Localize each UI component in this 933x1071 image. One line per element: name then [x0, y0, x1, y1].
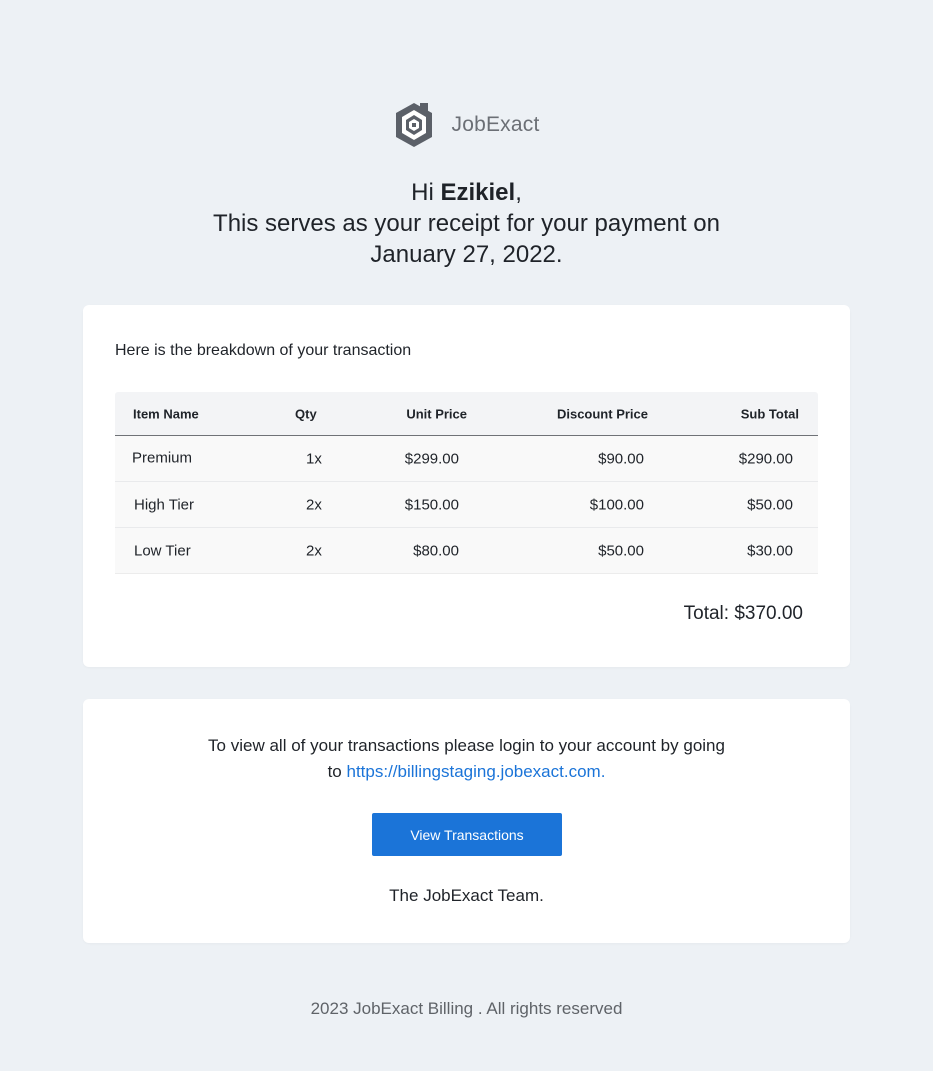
column-header-qty: Qty — [295, 406, 317, 421]
info-text-line: To view all of your transactions please … — [208, 736, 725, 755]
total-amount: Total: $370.00 — [683, 603, 803, 624]
table-header: Item Name Qty Unit Price Discount Price … — [115, 392, 818, 436]
brand-name: JobExact — [451, 113, 540, 136]
unit-price-cell: $299.00 — [404, 450, 459, 467]
table-row: High Tier 2x $150.00 $100.00 $50.00 — [115, 482, 818, 528]
greeting-comma: , — [515, 179, 522, 206]
sub-total-cell: $30.00 — [747, 542, 793, 559]
customer-name: Ezikiel — [440, 179, 516, 206]
signoff: The JobExact Team. — [389, 886, 544, 905]
unit-price-cell: $150.00 — [404, 496, 459, 513]
qty-cell: 2x — [306, 542, 322, 559]
info-text: To view all of your transactions please … — [83, 733, 850, 785]
greeting-salutation: Hi — [411, 179, 434, 206]
discount-price-cell: $90.00 — [598, 450, 644, 467]
column-header-item-name: Item Name — [133, 406, 199, 421]
breakdown-title: Here is the breakdown of your transactio… — [115, 342, 412, 359]
discount-price-cell: $100.00 — [589, 496, 644, 513]
item-name-cell: High Tier — [134, 496, 195, 513]
item-name-cell: Premium — [132, 449, 193, 467]
table-row: Premium 1x $299.00 $90.00 $290.00 — [115, 436, 818, 482]
table-row: Low Tier 2x $80.00 $50.00 $30.00 — [115, 528, 818, 574]
view-transactions-button[interactable]: View Transactions — [372, 813, 562, 856]
billing-portal-link[interactable]: https://billingstaging.jobexact.com. — [347, 762, 606, 781]
unit-price-cell: $80.00 — [413, 542, 459, 559]
column-header-sub-total: Sub Total — [740, 406, 799, 421]
info-card: To view all of your transactions please … — [83, 699, 850, 943]
greeting-line-1: Hi Ezikiel, — [0, 177, 933, 208]
transaction-card: Here is the breakdown of your transactio… — [83, 305, 850, 667]
qty-cell: 1x — [306, 450, 322, 467]
column-header-discount-price: Discount Price — [556, 406, 648, 421]
sub-total-cell: $50.00 — [747, 496, 793, 513]
sub-total-cell: $290.00 — [738, 450, 793, 467]
item-name-cell: Low Tier — [134, 542, 191, 559]
payment-date: January 27, 2022. — [370, 241, 563, 268]
greeting-line-2: This serves as your receipt for your pay… — [213, 210, 720, 237]
jobexact-logo-icon — [394, 101, 434, 149]
qty-cell: 2x — [306, 496, 322, 513]
info-text-to: to — [327, 762, 342, 781]
transaction-table: Item Name Qty Unit Price Discount Price … — [115, 392, 818, 574]
brand-header: JobExact — [0, 100, 933, 150]
discount-price-cell: $50.00 — [598, 542, 644, 559]
column-header-unit-price: Unit Price — [406, 406, 467, 421]
footer-copyright: 2023 JobExact Billing . All rights reser… — [310, 999, 623, 1018]
greeting: Hi Ezikiel, This serves as your receipt … — [0, 177, 933, 270]
